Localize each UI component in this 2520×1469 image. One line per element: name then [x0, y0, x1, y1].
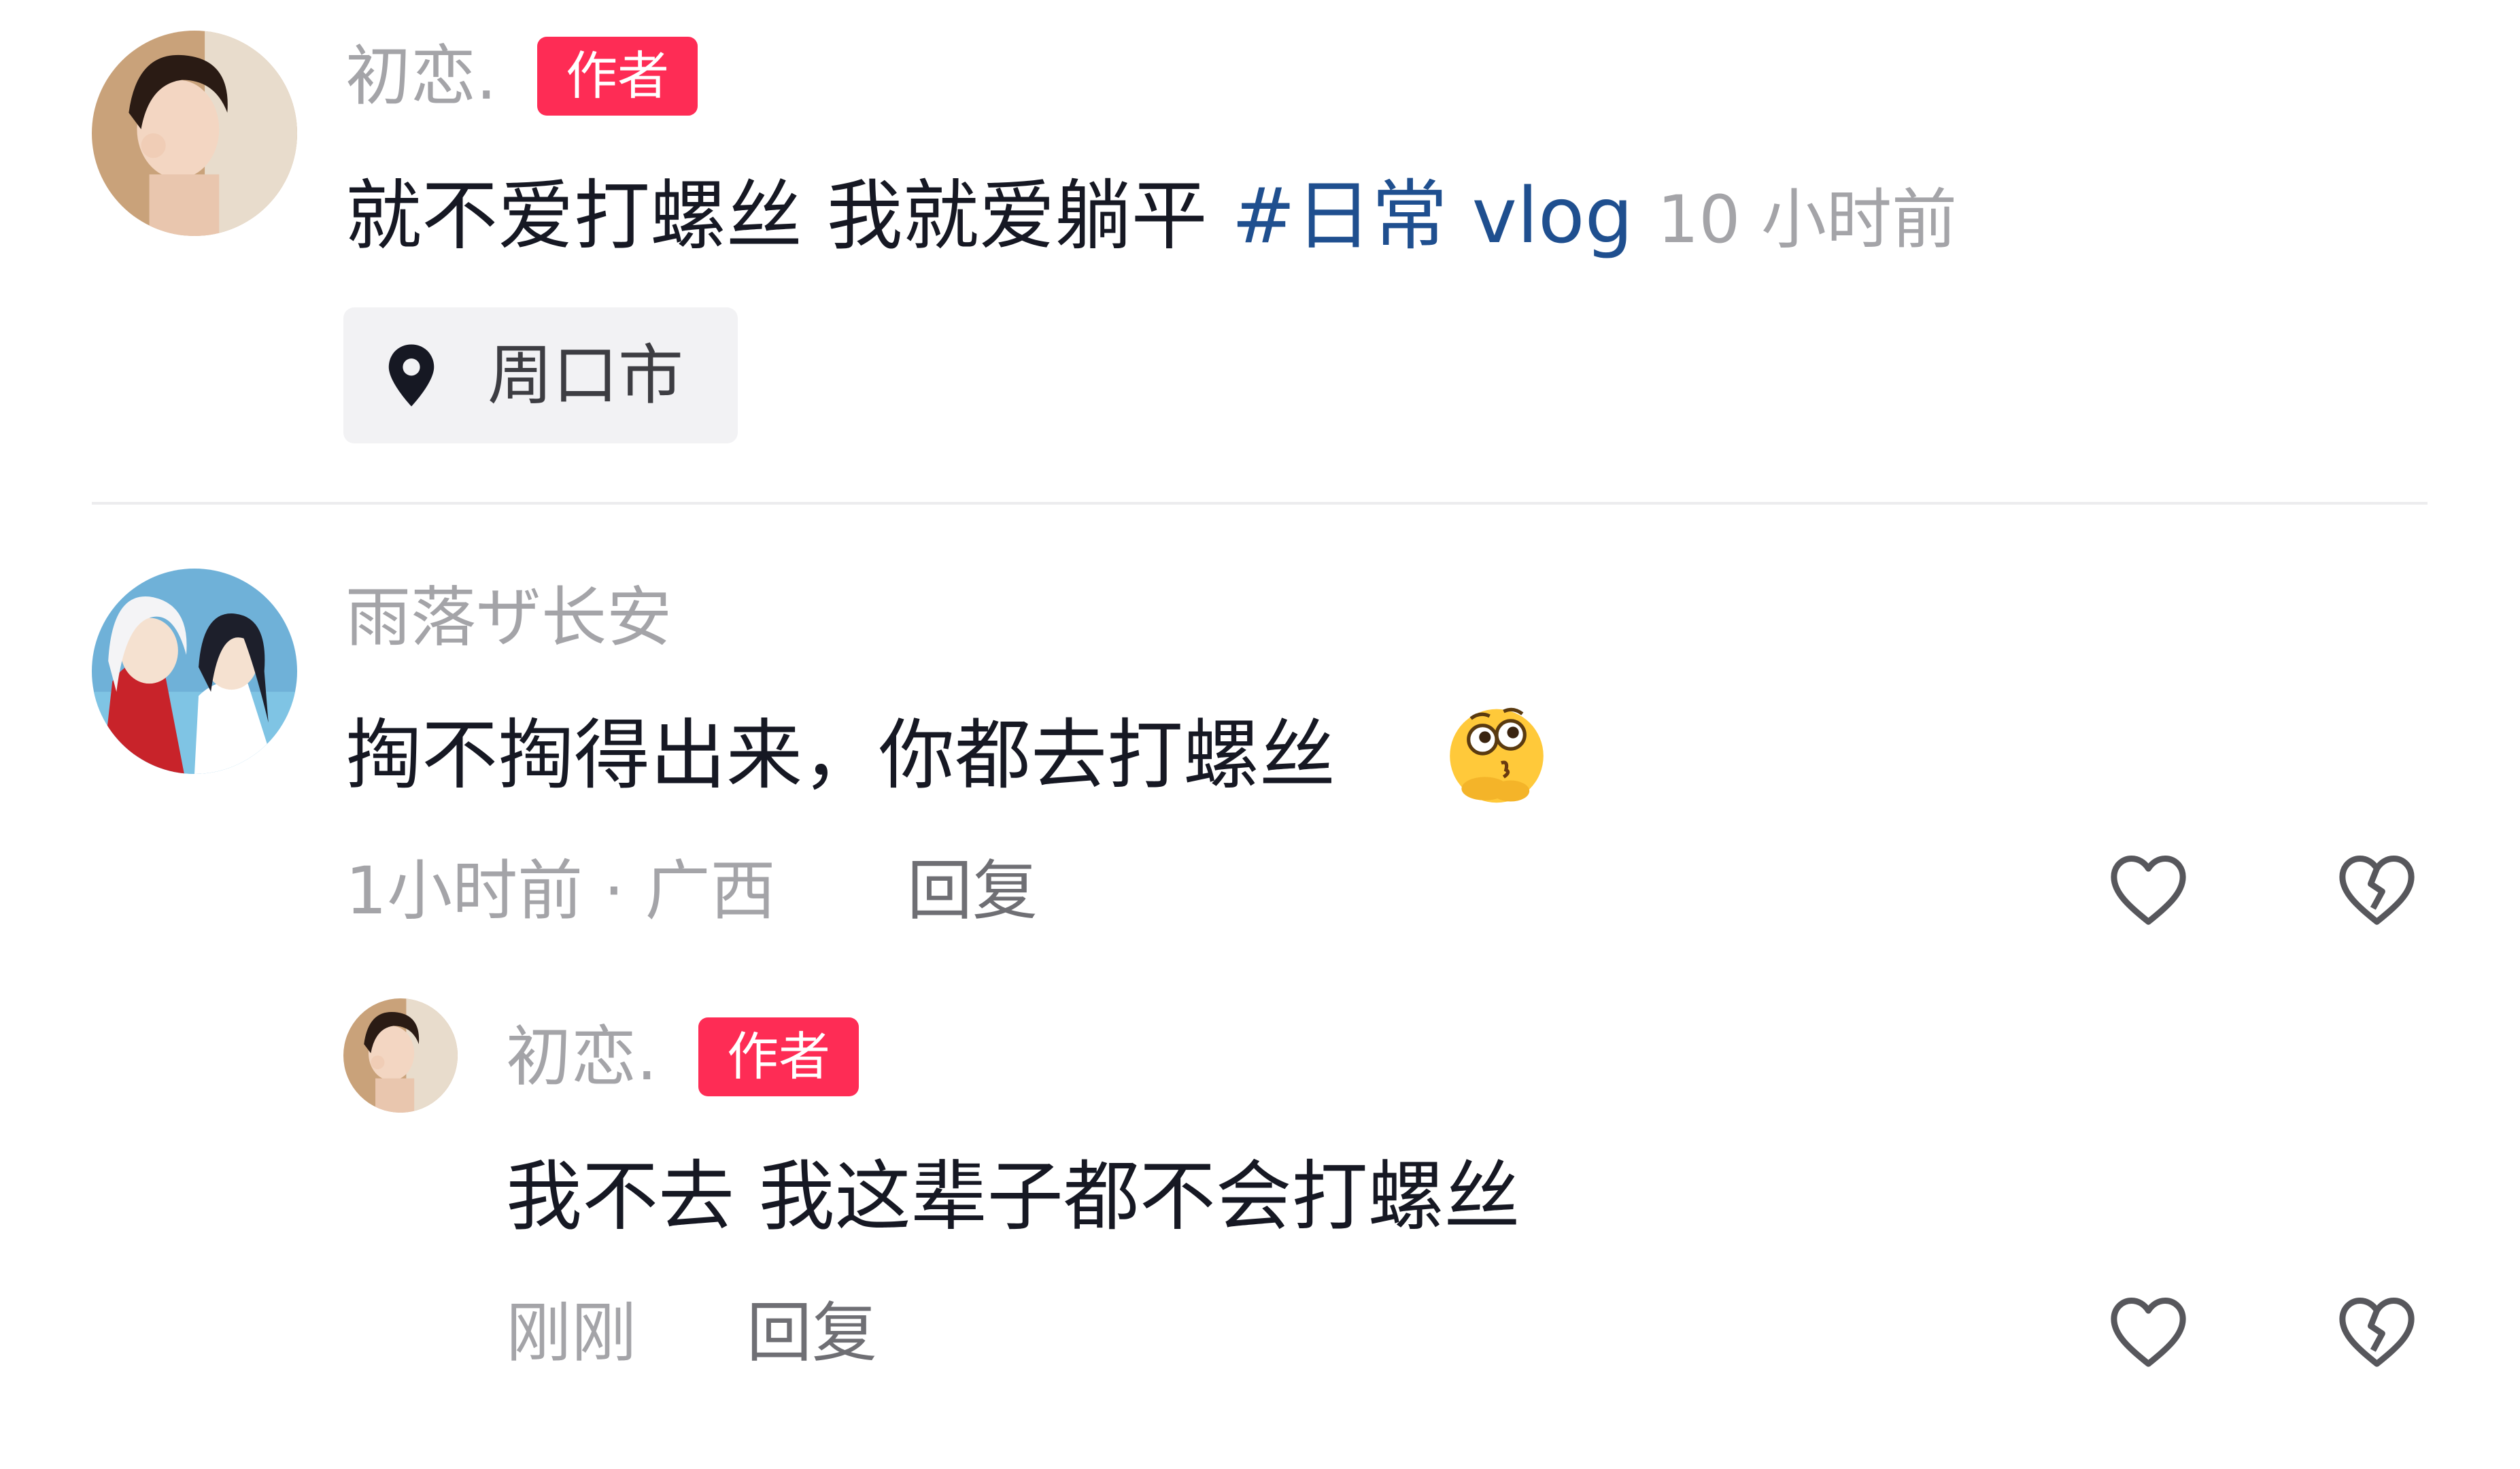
reply-meta: 刚刚: [506, 1295, 636, 1371]
author-badge: 作者: [537, 37, 698, 116]
reply-author-name[interactable]: 初恋.: [506, 1024, 658, 1090]
post-time: 10 小时前: [1657, 182, 1957, 258]
location-pin-icon: [383, 341, 440, 409]
thinking-face-icon: [1438, 695, 1555, 812]
commenter-name[interactable]: 雨落ザ长安: [345, 585, 672, 650]
author-avatar[interactable]: [92, 31, 297, 236]
hashtag-link[interactable]: #日常 vlog: [1231, 172, 1633, 260]
reply-text: 我不去 我这辈子都不会打螺丝: [506, 1153, 1520, 1241]
location-chip[interactable]: 周口市: [343, 307, 738, 443]
comment-meta: 1小时前 · 广西: [345, 853, 776, 929]
post-caption-text: 就不爱打螺丝 我就爱躺平: [345, 172, 1208, 260]
commenter-avatar-image: [92, 569, 297, 774]
reply-reply-button[interactable]: 回复: [747, 1300, 877, 1366]
reply-like-button[interactable]: [2102, 1285, 2194, 1377]
reply-author-avatar-image: [343, 998, 458, 1113]
reply-dislike-button[interactable]: [2331, 1285, 2423, 1377]
reply-button[interactable]: 回复: [907, 858, 1038, 924]
heart-outline-icon: [2111, 1298, 2186, 1367]
heart-outline-icon: [2111, 856, 2186, 925]
broken-heart-icon: [2339, 856, 2415, 925]
author-name[interactable]: 初恋.: [345, 44, 497, 109]
divider: [92, 502, 2428, 505]
dislike-button[interactable]: [2331, 843, 2423, 935]
comment-text: 掏不掏得出来，你都去打螺丝: [345, 717, 1335, 794]
commenter-avatar[interactable]: [92, 569, 297, 774]
broken-heart-icon: [2339, 1298, 2415, 1367]
reply-author-badge: 作者: [698, 1017, 859, 1096]
location-text: 周口市: [488, 337, 683, 413]
reply-author-avatar[interactable]: [343, 998, 458, 1113]
comment-text-content: 掏不掏得出来，你都去打螺丝: [345, 711, 1335, 800]
author-avatar-image: [92, 31, 297, 236]
post-caption: 就不爱打螺丝 我就爱躺平 #日常 vlog 10 小时前: [345, 178, 1957, 254]
like-button[interactable]: [2102, 843, 2194, 935]
